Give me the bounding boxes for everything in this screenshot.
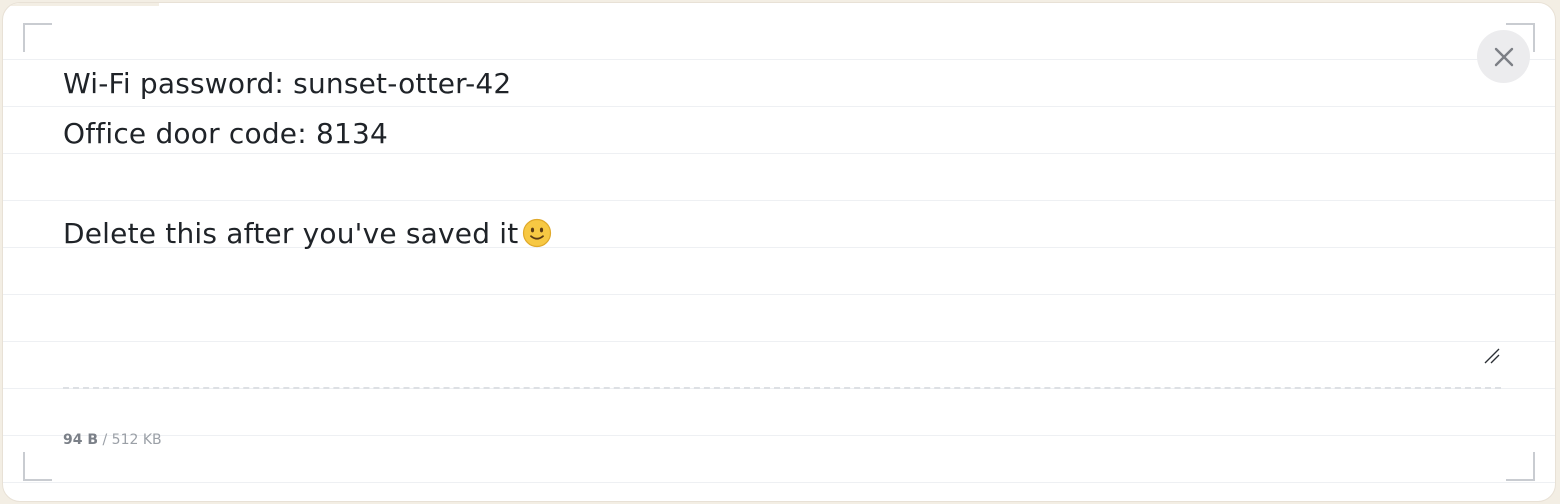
size-used: 94 B <box>63 432 99 448</box>
corner-bracket-top-left <box>23 23 52 52</box>
card-top-tab <box>3 3 159 6</box>
resize-handle-icon[interactable] <box>1483 347 1501 365</box>
note-line-wifi-password: Wi-Fi password: sunset-otter-42 <box>63 67 512 100</box>
size-separator: / <box>102 432 108 448</box>
slightly-smiling-face-icon <box>522 214 552 264</box>
note-text-area[interactable]: Wi-Fi password: sunset-otter-42 Office d… <box>63 59 1501 365</box>
note-line-door-code: Office door code: 8134 <box>63 117 389 150</box>
corner-bracket-bottom-left <box>23 452 52 481</box>
note-line-reminder: Delete this after you've saved it <box>63 209 1501 259</box>
note-line-blank <box>63 159 1501 209</box>
note-card: Wi-Fi password: sunset-otter-42 Office d… <box>2 2 1556 502</box>
corner-bracket-bottom-right <box>1506 452 1535 481</box>
dashed-divider <box>63 387 1501 389</box>
size-indicator: 94 B / 512 KB <box>63 432 162 448</box>
note-line-reminder-text: Delete this after you've saved it <box>63 217 519 250</box>
size-limit: 512 KB <box>111 432 162 448</box>
